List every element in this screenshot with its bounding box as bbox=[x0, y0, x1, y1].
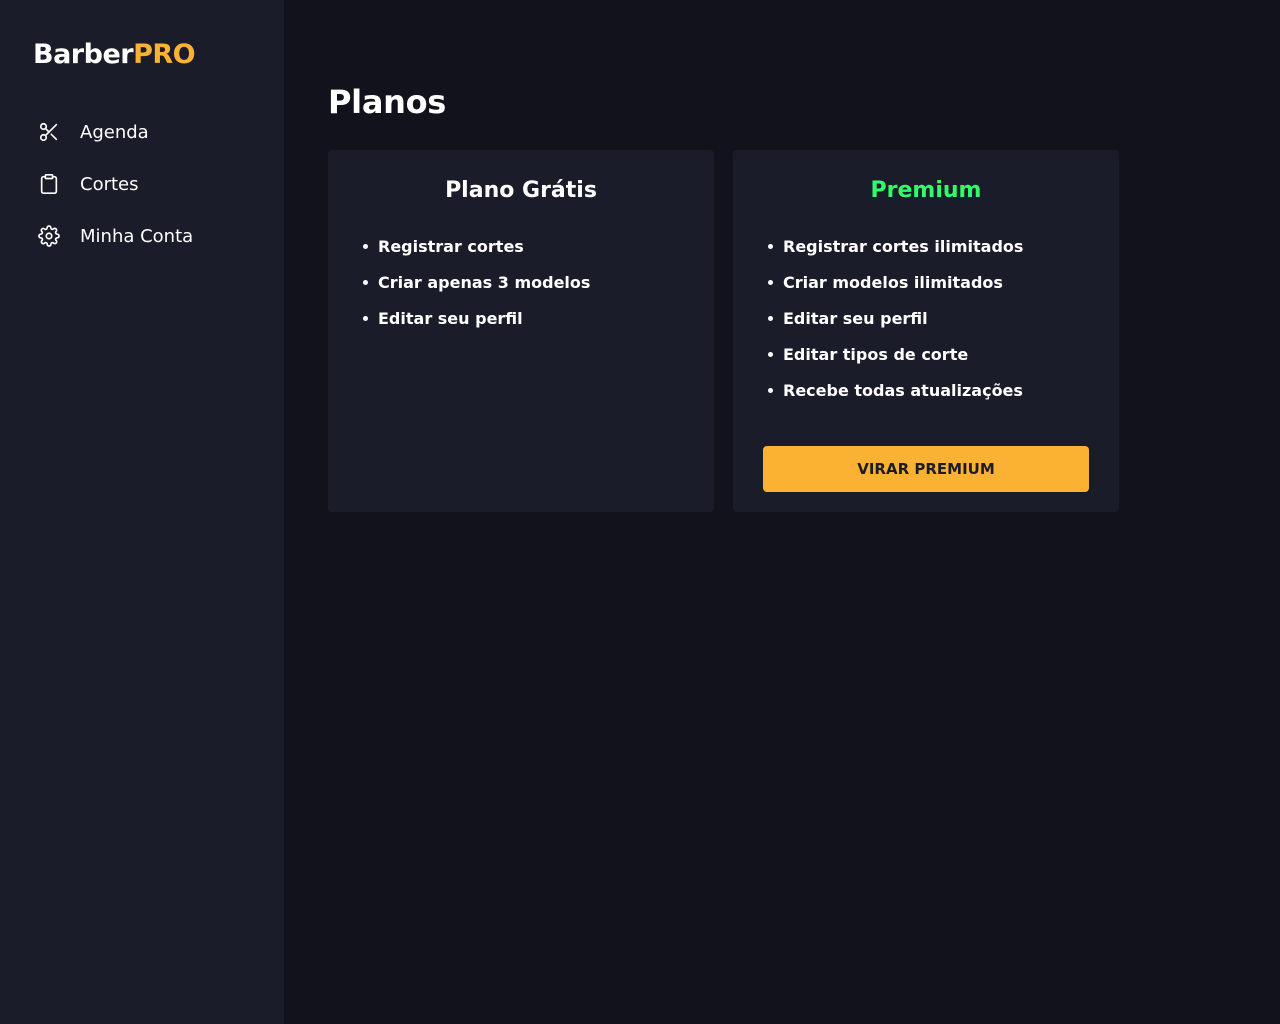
feature-item: Registrar cortes ilimitados bbox=[768, 228, 1023, 264]
feature-text: Recebe todas atualizações bbox=[783, 380, 1023, 400]
feature-text: Registrar cortes ilimitados bbox=[783, 236, 1024, 256]
feature-text: Criar modelos ilimitados bbox=[783, 272, 1003, 292]
plan-title: Plano Grátis bbox=[445, 178, 597, 203]
bullet-icon bbox=[363, 279, 368, 285]
feature-list: Registrar cortes ilimitados Criar modelo… bbox=[768, 228, 1023, 408]
sidebar-item-label: Cortes bbox=[80, 173, 139, 195]
bullet-icon bbox=[768, 315, 773, 321]
feature-item: Criar modelos ilimitados bbox=[768, 264, 1023, 300]
bullet-icon bbox=[363, 315, 368, 321]
upgrade-premium-button[interactable]: VIRAR PREMIUM bbox=[763, 446, 1089, 492]
sidebar-nav: Agenda Cortes Minha Conta bbox=[0, 108, 284, 264]
bullet-icon bbox=[768, 243, 773, 249]
sidebar-item-label: Agenda bbox=[80, 121, 149, 143]
feature-text: Registrar cortes bbox=[378, 236, 524, 256]
feature-item: Editar seu perfil bbox=[768, 300, 1023, 336]
sidebar-item-label: Minha Conta bbox=[80, 225, 194, 247]
feature-item: Recebe todas atualizações bbox=[768, 372, 1023, 408]
bullet-icon bbox=[768, 351, 773, 357]
main-content: Planos Plano Grátis Registrar cortes Cri… bbox=[284, 0, 1280, 1024]
gear-icon bbox=[37, 224, 61, 248]
bullet-icon bbox=[768, 279, 773, 285]
logo-brand: Barber bbox=[33, 39, 134, 70]
plan-title: Premium bbox=[870, 178, 982, 203]
scissors-icon bbox=[37, 120, 61, 144]
clipboard-icon bbox=[37, 172, 61, 196]
feature-item: Registrar cortes bbox=[363, 228, 590, 264]
feature-item: Editar seu perfil bbox=[363, 300, 590, 336]
feature-list: Registrar cortes Criar apenas 3 modelos … bbox=[363, 228, 590, 336]
page-title: Planos bbox=[328, 83, 447, 121]
logo-accent: PRO bbox=[133, 39, 196, 70]
sidebar-item-minha-conta[interactable]: Minha Conta bbox=[0, 212, 284, 260]
plan-card-premium: Premium Registrar cortes ilimitados Cria… bbox=[733, 150, 1119, 512]
bullet-icon bbox=[363, 243, 368, 249]
feature-text: Editar seu perfil bbox=[378, 308, 523, 328]
logo[interactable]: BarberPRO bbox=[33, 38, 196, 72]
feature-item: Editar tipos de corte bbox=[768, 336, 1023, 372]
feature-text: Editar tipos de corte bbox=[783, 344, 969, 364]
bullet-icon bbox=[768, 387, 773, 393]
sidebar: BarberPRO Agenda Cortes Minha Conta bbox=[0, 0, 284, 1024]
feature-item: Criar apenas 3 modelos bbox=[363, 264, 590, 300]
app-root: BarberPRO Agenda Cortes Minha Conta Plan… bbox=[0, 0, 1280, 1024]
plans-container: Plano Grátis Registrar cortes Criar apen… bbox=[328, 150, 1119, 512]
sidebar-item-agenda[interactable]: Agenda bbox=[0, 108, 284, 156]
feature-text: Editar seu perfil bbox=[783, 308, 928, 328]
feature-text: Criar apenas 3 modelos bbox=[378, 272, 591, 292]
sidebar-item-cortes[interactable]: Cortes bbox=[0, 160, 284, 208]
plan-card-free: Plano Grátis Registrar cortes Criar apen… bbox=[328, 150, 714, 512]
